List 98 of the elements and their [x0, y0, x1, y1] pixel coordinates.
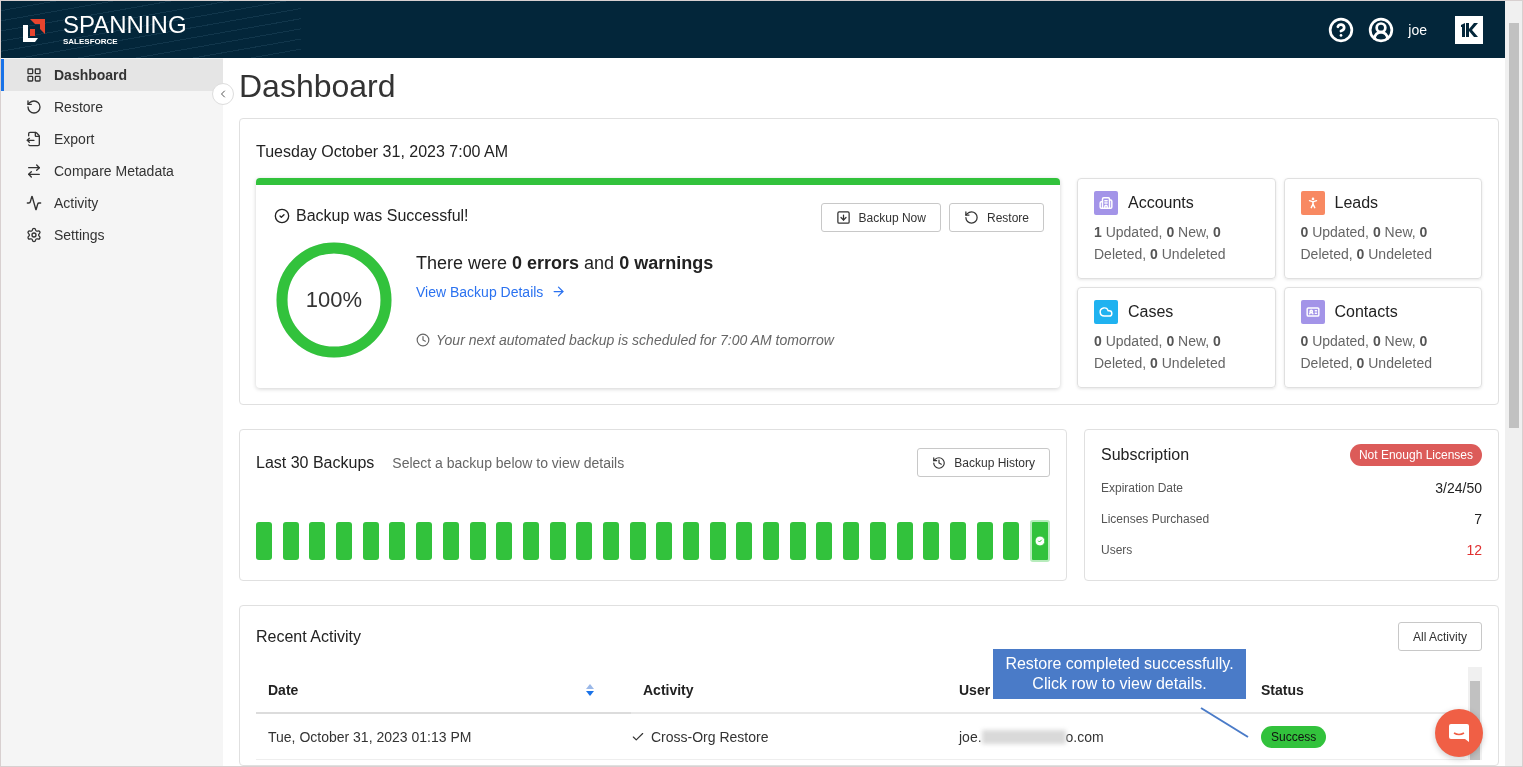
- backup-bar[interactable]: [602, 522, 619, 560]
- backup-bar[interactable]: [362, 522, 379, 560]
- backup-bar[interactable]: [976, 522, 993, 560]
- nav-item[interactable]: Settings: [1, 219, 223, 251]
- leader-line: [1200, 707, 1250, 739]
- column-header[interactable]: Activity: [631, 667, 947, 714]
- all-activity-button[interactable]: All Activity: [1398, 622, 1482, 651]
- next-backup-note: Your next automated backup is scheduled for 7:00 AM tomorrow: [436, 331, 834, 348]
- backup-bar[interactable]: [496, 522, 513, 560]
- table-cell: o.com: [1065, 728, 1104, 745]
- sort-icon: [585, 682, 595, 697]
- nav-item[interactable]: Compare Metadata: [1, 155, 223, 187]
- object-name: Leads: [1334, 194, 1379, 212]
- backup-date: Tuesday October 31, 2023 7:00 AM: [256, 143, 509, 161]
- backup-bar[interactable]: [709, 522, 726, 560]
- pulse-icon: [26, 195, 42, 211]
- backup-status: Backup was Successful!: [296, 207, 469, 225]
- subscription-label: Users: [1101, 543, 1133, 558]
- user-icon[interactable]: [1368, 16, 1395, 43]
- app-logo-icon[interactable]: [1455, 15, 1483, 44]
- grid-icon: [26, 67, 42, 83]
- table-cell: joe.: [959, 728, 982, 745]
- action-button[interactable]: Backup Now: [820, 203, 941, 232]
- card-title: Subscription: [1101, 446, 1190, 464]
- result-message: There were 0 errors and 0 warnings: [416, 252, 715, 274]
- backup-bar[interactable]: [763, 522, 780, 560]
- object-counts: 0 Updated, 0 New, 0 Deleted, 0 Undeleted: [1300, 332, 1434, 373]
- history-button[interactable]: Backup History: [917, 448, 1050, 477]
- subscription-value: 3/24/50: [1435, 479, 1482, 496]
- logo-icon: [21, 16, 47, 43]
- backup-bar[interactable]: [522, 522, 539, 560]
- help-icon[interactable]: [1328, 16, 1355, 43]
- download-icon: [835, 210, 851, 225]
- table-cell: Cross-Org Restore: [651, 728, 769, 745]
- backup-bar[interactable]: [843, 522, 860, 560]
- backup-bar[interactable]: [469, 522, 486, 560]
- backup-bar[interactable]: [442, 522, 459, 560]
- subscription-label: Licenses Purchased: [1101, 512, 1210, 526]
- backup-bar[interactable]: [309, 522, 326, 560]
- progress-reading: 100%: [305, 287, 363, 313]
- object-counts: 0 Updated, 0 New, 0 Deleted, 0 Undeleted: [1300, 223, 1434, 264]
- backup-bar[interactable]: [416, 522, 433, 560]
- settings-icon: [26, 227, 42, 243]
- undo-icon: [26, 99, 42, 115]
- user-name[interactable]: joe: [1408, 21, 1427, 38]
- brand-name: SPANNING: [63, 12, 187, 37]
- collapse-button[interactable]: [212, 83, 234, 105]
- backup-bar[interactable]: [816, 522, 833, 560]
- nav-item[interactable]: Restore: [1, 91, 223, 123]
- backup-bar[interactable]: [656, 522, 673, 560]
- check-circle-icon: [274, 208, 290, 224]
- nav-item[interactable]: Activity: [1, 187, 223, 219]
- backup-bar[interactable]: [949, 522, 966, 560]
- card-title: Last 30 Backups: [256, 453, 375, 472]
- backup-bar[interactable]: [336, 522, 353, 560]
- object-counts: 0 Updated, 0 New, 0 Deleted, 0 Undeleted: [1094, 332, 1227, 373]
- backup-bar[interactable]: [1003, 522, 1020, 560]
- backup-bar[interactable]: [1029, 520, 1050, 562]
- object-name: Cases: [1128, 303, 1174, 321]
- backup-bar[interactable]: [576, 522, 593, 560]
- license-warning-badge: Not Enough Licenses: [1349, 444, 1482, 466]
- backup-bar[interactable]: [789, 522, 806, 560]
- chat-button[interactable]: [1435, 709, 1483, 757]
- card-hint: Select a backup below to view details: [392, 454, 625, 471]
- backup-bar[interactable]: [736, 522, 753, 560]
- backup-bar[interactable]: [549, 522, 566, 560]
- subscription-value: 7: [1474, 511, 1482, 527]
- backup-bar[interactable]: [629, 522, 646, 560]
- object-name: Contacts: [1334, 303, 1398, 321]
- table-cell-text: Tue, October 31, 2023 01:13 PM: [267, 728, 473, 745]
- export-icon: [26, 131, 42, 147]
- backup-bar[interactable]: [923, 522, 940, 560]
- subscription-value: 12: [1466, 542, 1482, 559]
- page-title: Dashboard: [239, 67, 397, 106]
- backup-bar[interactable]: [282, 522, 299, 560]
- undo-icon: [963, 210, 979, 225]
- subscription-label: Expiration Date: [1101, 480, 1184, 495]
- chat-icon: [1448, 722, 1470, 744]
- check-icon: [1033, 535, 1046, 547]
- backup-bar[interactable]: [869, 522, 886, 560]
- backup-bar[interactable]: [896, 522, 913, 560]
- action-button[interactable]: Restore: [948, 203, 1044, 232]
- nav-item[interactable]: Dashboard: [1, 59, 223, 91]
- brand-subtitle: SALESFORCE: [63, 36, 119, 47]
- history-icon: [932, 455, 947, 470]
- nav-item[interactable]: Export: [1, 123, 223, 155]
- page-scrollbar[interactable]: [1505, 1, 1522, 766]
- arrows-icon: [26, 163, 42, 179]
- column-header[interactable]: Date: [256, 667, 631, 714]
- arrow-right-icon: [551, 284, 567, 299]
- clock-icon: [416, 332, 430, 347]
- object-counts: 1 Updated, 0 New, 0 Deleted, 0 Undeleted: [1094, 223, 1227, 264]
- card-title: Recent Activity: [256, 627, 361, 646]
- backup-bar[interactable]: [389, 522, 406, 560]
- status-badge: Success: [1261, 725, 1327, 748]
- tooltip: Restore completed successfully. Click row to view details.: [993, 649, 1246, 699]
- object-name: Accounts: [1128, 194, 1194, 212]
- details-link[interactable]: View Backup Details: [416, 283, 834, 300]
